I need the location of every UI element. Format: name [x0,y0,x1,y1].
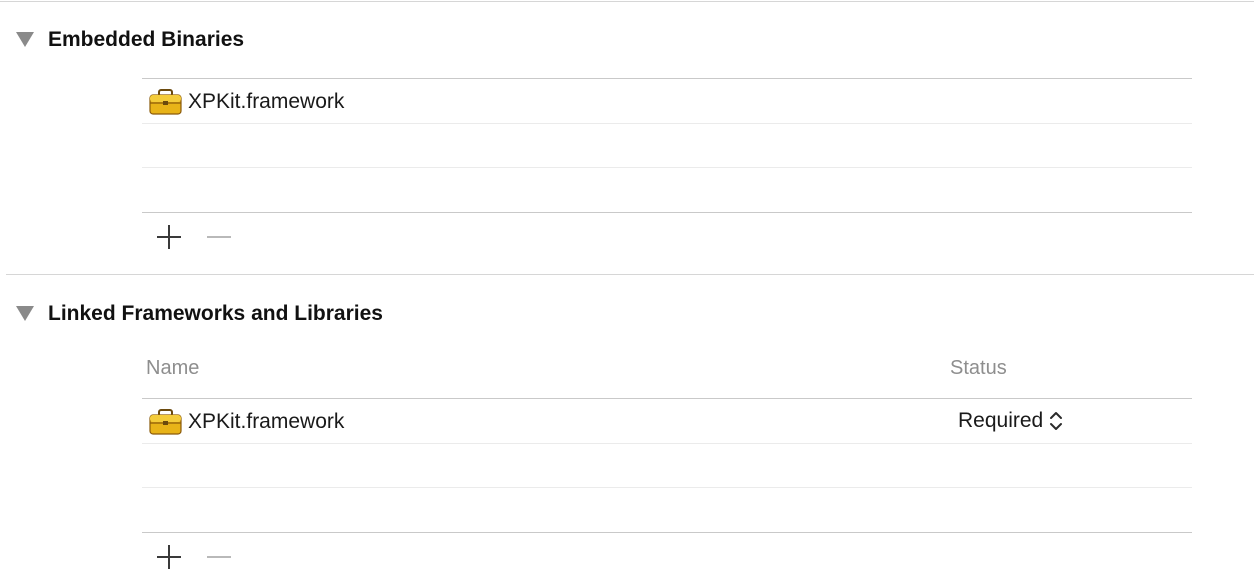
remove-linked-framework-button[interactable] [206,544,232,570]
remove-embedded-binary-button[interactable] [206,224,232,250]
column-header-status[interactable]: Status [950,356,1007,380]
disclosure-triangle-icon[interactable] [16,306,34,321]
disclosure-triangle-icon[interactable] [16,32,34,47]
column-header-name[interactable]: Name [146,356,199,380]
up-down-chevron-icon [1050,412,1063,430]
table-row-empty [142,444,1192,487]
table-row-empty [142,168,1192,212]
section-title: Linked Frameworks and Libraries [48,302,383,325]
add-embedded-binary-button[interactable] [156,224,182,250]
status-popup-button[interactable]: Required [958,408,1063,434]
section-title: Embedded Binaries [48,28,245,51]
table-row-empty [142,124,1192,167]
section-separator [6,274,1254,275]
table-bottom-border [142,532,1192,533]
toolbox-icon [149,89,182,115]
table-row[interactable]: XPKit.framework [142,79,1192,123]
table-bottom-border [142,212,1192,213]
table-row-empty [142,488,1192,532]
framework-name: XPKit.framework [188,90,345,113]
framework-name: XPKit.framework [188,410,345,433]
toolbox-icon [149,409,182,435]
table-row[interactable]: XPKit.framework Required [142,399,1192,443]
status-value: Required [958,409,1044,432]
add-linked-framework-button[interactable] [156,544,182,570]
top-separator [0,1,1254,2]
